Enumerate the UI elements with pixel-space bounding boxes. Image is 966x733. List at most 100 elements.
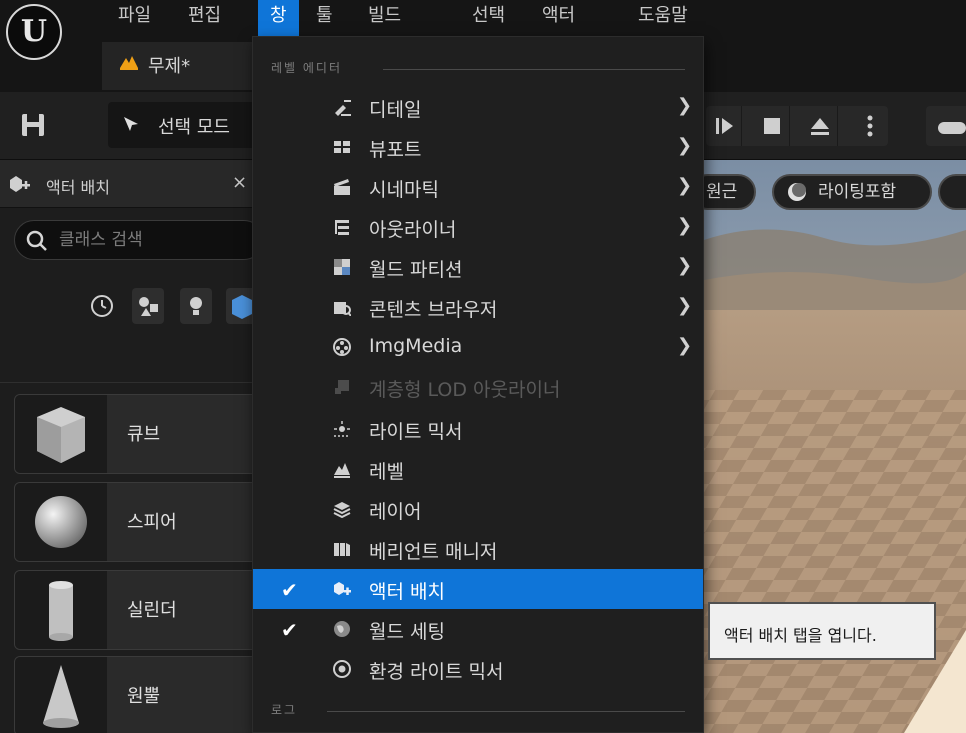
window-menu-item-label: 레벨: [369, 461, 404, 483]
platforms-button[interactable]: [926, 106, 966, 146]
window-menu-item-label: 디테일: [369, 99, 422, 121]
actor-label: 큐브: [127, 424, 161, 445]
eject-icon: [811, 118, 829, 135]
shapes-icon: [139, 297, 158, 316]
menu-0[interactable]: 파일: [106, 0, 163, 36]
level-icon: [334, 463, 350, 478]
chevron-right-icon: ❯: [677, 335, 693, 356]
viewport-toolbar: 원근 라이팅포함: [704, 160, 966, 220]
clapper-icon: [334, 179, 350, 195]
menu-7[interactable]: 도움말: [626, 0, 700, 36]
unreal-logo[interactable]: U: [6, 4, 62, 60]
chevron-right-icon: ❯: [677, 135, 693, 156]
globe-icon: [334, 621, 350, 637]
outliner-icon: [335, 220, 349, 235]
close-icon[interactable]: ×: [232, 172, 247, 193]
class-search-field[interactable]: [14, 220, 264, 260]
cube-icon: [37, 407, 85, 463]
stop-button[interactable]: [754, 106, 790, 146]
lighting-icon: [788, 183, 806, 201]
window-menu-item-label: 환경 라이트 믹서: [369, 661, 504, 683]
step-frame-button[interactable]: [706, 106, 742, 146]
window-menu-item[interactable]: 아웃라이너 ❯: [253, 207, 703, 247]
actor-label: 실린더: [127, 600, 177, 621]
light-mixer-icon: [334, 421, 350, 437]
window-menu-item[interactable]: 콘텐츠 브라우저 ❯: [253, 287, 703, 327]
window-menu-item-label: 베리언트 매니저: [369, 541, 498, 563]
chevron-right-icon: ❯: [677, 255, 693, 276]
actor-item[interactable]: 큐브: [14, 394, 264, 474]
hlod-icon: [335, 380, 349, 394]
window-menu-item[interactable]: 환경 라이트 믹서: [253, 649, 703, 689]
panel-divider: [0, 382, 256, 383]
viewport-pill-label: 라이팅포함: [818, 182, 897, 202]
play-options-button[interactable]: [852, 106, 888, 146]
class-search-input[interactable]: [59, 227, 249, 253]
window-menu-item[interactable]: ✔ 액터 배치: [253, 569, 703, 609]
window-menu-item[interactable]: ✔ 월드 세팅: [253, 609, 703, 649]
actor-item[interactable]: 스피어: [14, 482, 264, 562]
window-menu-item-label: 월드 파티션: [369, 259, 463, 281]
menu-4[interactable]: 빌드: [356, 0, 413, 36]
window-menu-item-label: 계층형 LOD 아웃라이너: [369, 379, 561, 401]
menu-6[interactable]: 액터: [530, 0, 587, 36]
clock-icon: [91, 295, 113, 317]
viewport-pill[interactable]: 원근: [704, 174, 756, 210]
eject-button[interactable]: [802, 106, 838, 146]
film-reel-icon: [333, 338, 351, 356]
chevron-right-icon: ❯: [677, 215, 693, 236]
window-menu-item[interactable]: 라이트 믹서: [253, 409, 703, 449]
actor-label: 원뿔: [127, 686, 161, 707]
tooltip-text: 액터 배치 탭을 엽니다.: [724, 626, 877, 645]
window-menu-item-label: 라이트 믹서: [369, 421, 463, 443]
details-icon: [335, 100, 351, 116]
window-menu-item-label: 아웃라이너: [369, 219, 457, 241]
window-menu-item-label: 액터 배치: [369, 581, 445, 603]
place-actors-icon: [334, 582, 351, 595]
panel-tab-label: 액터 배치: [46, 178, 110, 197]
window-menu-item[interactable]: 월드 파티션 ❯: [253, 247, 703, 287]
actor-item[interactable]: 원뿔: [14, 656, 264, 733]
actor-label: 스피어: [127, 512, 177, 533]
window-menu-item[interactable]: 베리언트 매니저: [253, 529, 703, 569]
document-tab-level[interactable]: 무제*: [102, 42, 252, 90]
filter-lights-button[interactable]: [180, 288, 212, 324]
actor-thumbnail: [15, 483, 107, 561]
step-icon: [716, 118, 733, 134]
window-menu-item-label: 월드 세팅: [369, 621, 445, 643]
actor-item[interactable]: 실린더: [14, 570, 264, 650]
select-mode-label: 선택 모드: [158, 117, 230, 138]
filter-recent-button[interactable]: [86, 288, 118, 324]
window-menu-item[interactable]: ImgMedia ❯: [253, 327, 703, 367]
viewport-icon: [334, 141, 350, 153]
place-actors-tab[interactable]: 액터 배치 ×: [0, 160, 256, 208]
layers-icon: [333, 502, 351, 518]
menu-2[interactable]: 창: [258, 0, 299, 36]
select-mode-button[interactable]: 선택 모드: [108, 102, 258, 148]
world-partition-icon: [334, 259, 350, 275]
menu-3[interactable]: 툴: [304, 0, 345, 36]
window-menu-dropdown: 레벨 에디터 로그 디테일 ❯ 뷰포트 ❯ 시네마틱 ❯ 아웃라이너 ❯ 월드 파티션 ❯ 콘텐츠 브라…: [252, 36, 704, 733]
filter-basic-button[interactable]: [132, 288, 164, 324]
checkmark-icon: ✔: [281, 618, 298, 642]
cylinder-icon: [49, 581, 73, 641]
window-menu-item-label: 시네마틱: [369, 179, 439, 201]
menu-1[interactable]: 편집: [176, 0, 233, 36]
viewport-pill-overflow[interactable]: [938, 174, 966, 210]
window-menu-item[interactable]: 레벨: [253, 449, 703, 489]
gamepad-icon: [938, 122, 966, 134]
chevron-right-icon: ❯: [677, 175, 693, 196]
viewport-pill[interactable]: 라이팅포함: [772, 174, 932, 210]
stop-icon: [764, 118, 780, 134]
search-icon: [26, 230, 47, 251]
section-divider: [383, 69, 685, 70]
actor-thumbnail: [15, 395, 107, 473]
level-icon: [120, 56, 138, 70]
menu-5[interactable]: 선택: [460, 0, 517, 36]
save-icon[interactable]: [18, 110, 48, 140]
section-title: 레벨 에디터: [271, 61, 343, 75]
window-menu-item[interactable]: 뷰포트 ❯: [253, 127, 703, 167]
window-menu-item[interactable]: 시네마틱 ❯: [253, 167, 703, 207]
window-menu-item[interactable]: 레이어: [253, 489, 703, 529]
window-menu-item[interactable]: 디테일 ❯: [253, 87, 703, 127]
